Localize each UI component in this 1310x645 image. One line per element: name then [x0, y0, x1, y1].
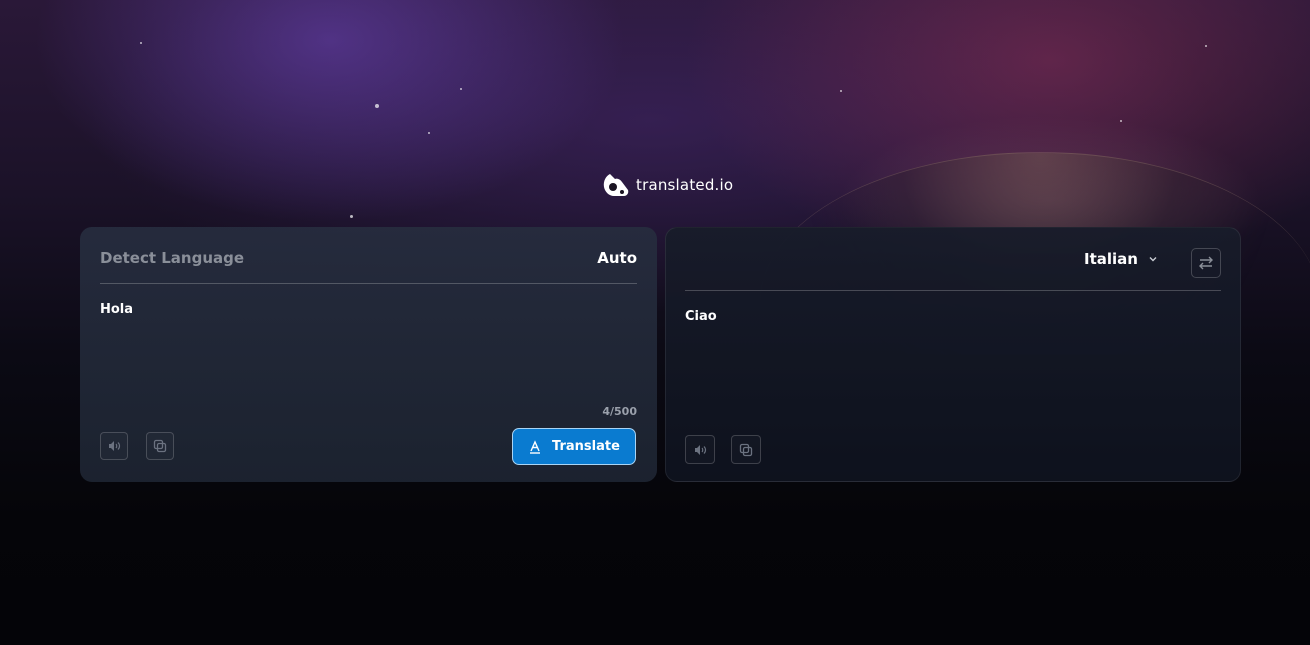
star	[1205, 45, 1207, 47]
source-panel: Detect Language Auto Hola 4/500 Translat…	[80, 227, 657, 482]
star	[840, 90, 842, 92]
copy-icon	[739, 443, 753, 456]
target-divider	[685, 290, 1221, 291]
speaker-icon	[109, 441, 121, 451]
star	[460, 88, 462, 90]
star	[350, 215, 353, 218]
target-language-label: Italian	[1084, 250, 1138, 268]
source-text-input[interactable]: Hola	[100, 302, 133, 317]
detected-language: Auto	[597, 249, 637, 267]
target-text-output: Ciao	[685, 309, 717, 324]
swap-icon	[1199, 256, 1213, 270]
swap-languages-button[interactable]	[1191, 248, 1221, 278]
copy-icon	[153, 439, 167, 453]
source-speak-button[interactable]	[100, 432, 128, 460]
speaker-icon	[695, 444, 707, 455]
source-divider	[100, 283, 637, 284]
translate-button-label: Translate	[552, 439, 620, 454]
brand-name: translated.io	[636, 176, 734, 194]
source-copy-button[interactable]	[146, 432, 174, 460]
target-copy-button[interactable]	[731, 435, 761, 464]
chevron-down-icon	[1149, 257, 1157, 262]
star	[140, 42, 142, 44]
char-counter: 4/500	[602, 405, 637, 418]
translate-button[interactable]: Translate	[512, 428, 636, 465]
target-panel: Italian Ciao	[665, 227, 1241, 482]
translate-logo-icon	[603, 174, 629, 196]
target-language-select[interactable]: Italian	[1084, 250, 1159, 268]
star	[375, 104, 379, 108]
star	[428, 132, 430, 134]
target-speak-button[interactable]	[685, 435, 715, 464]
source-language-label[interactable]: Detect Language	[100, 249, 244, 267]
star	[1120, 120, 1122, 122]
brand-logo[interactable]: translated.io	[600, 170, 733, 200]
translate-icon	[530, 439, 541, 454]
